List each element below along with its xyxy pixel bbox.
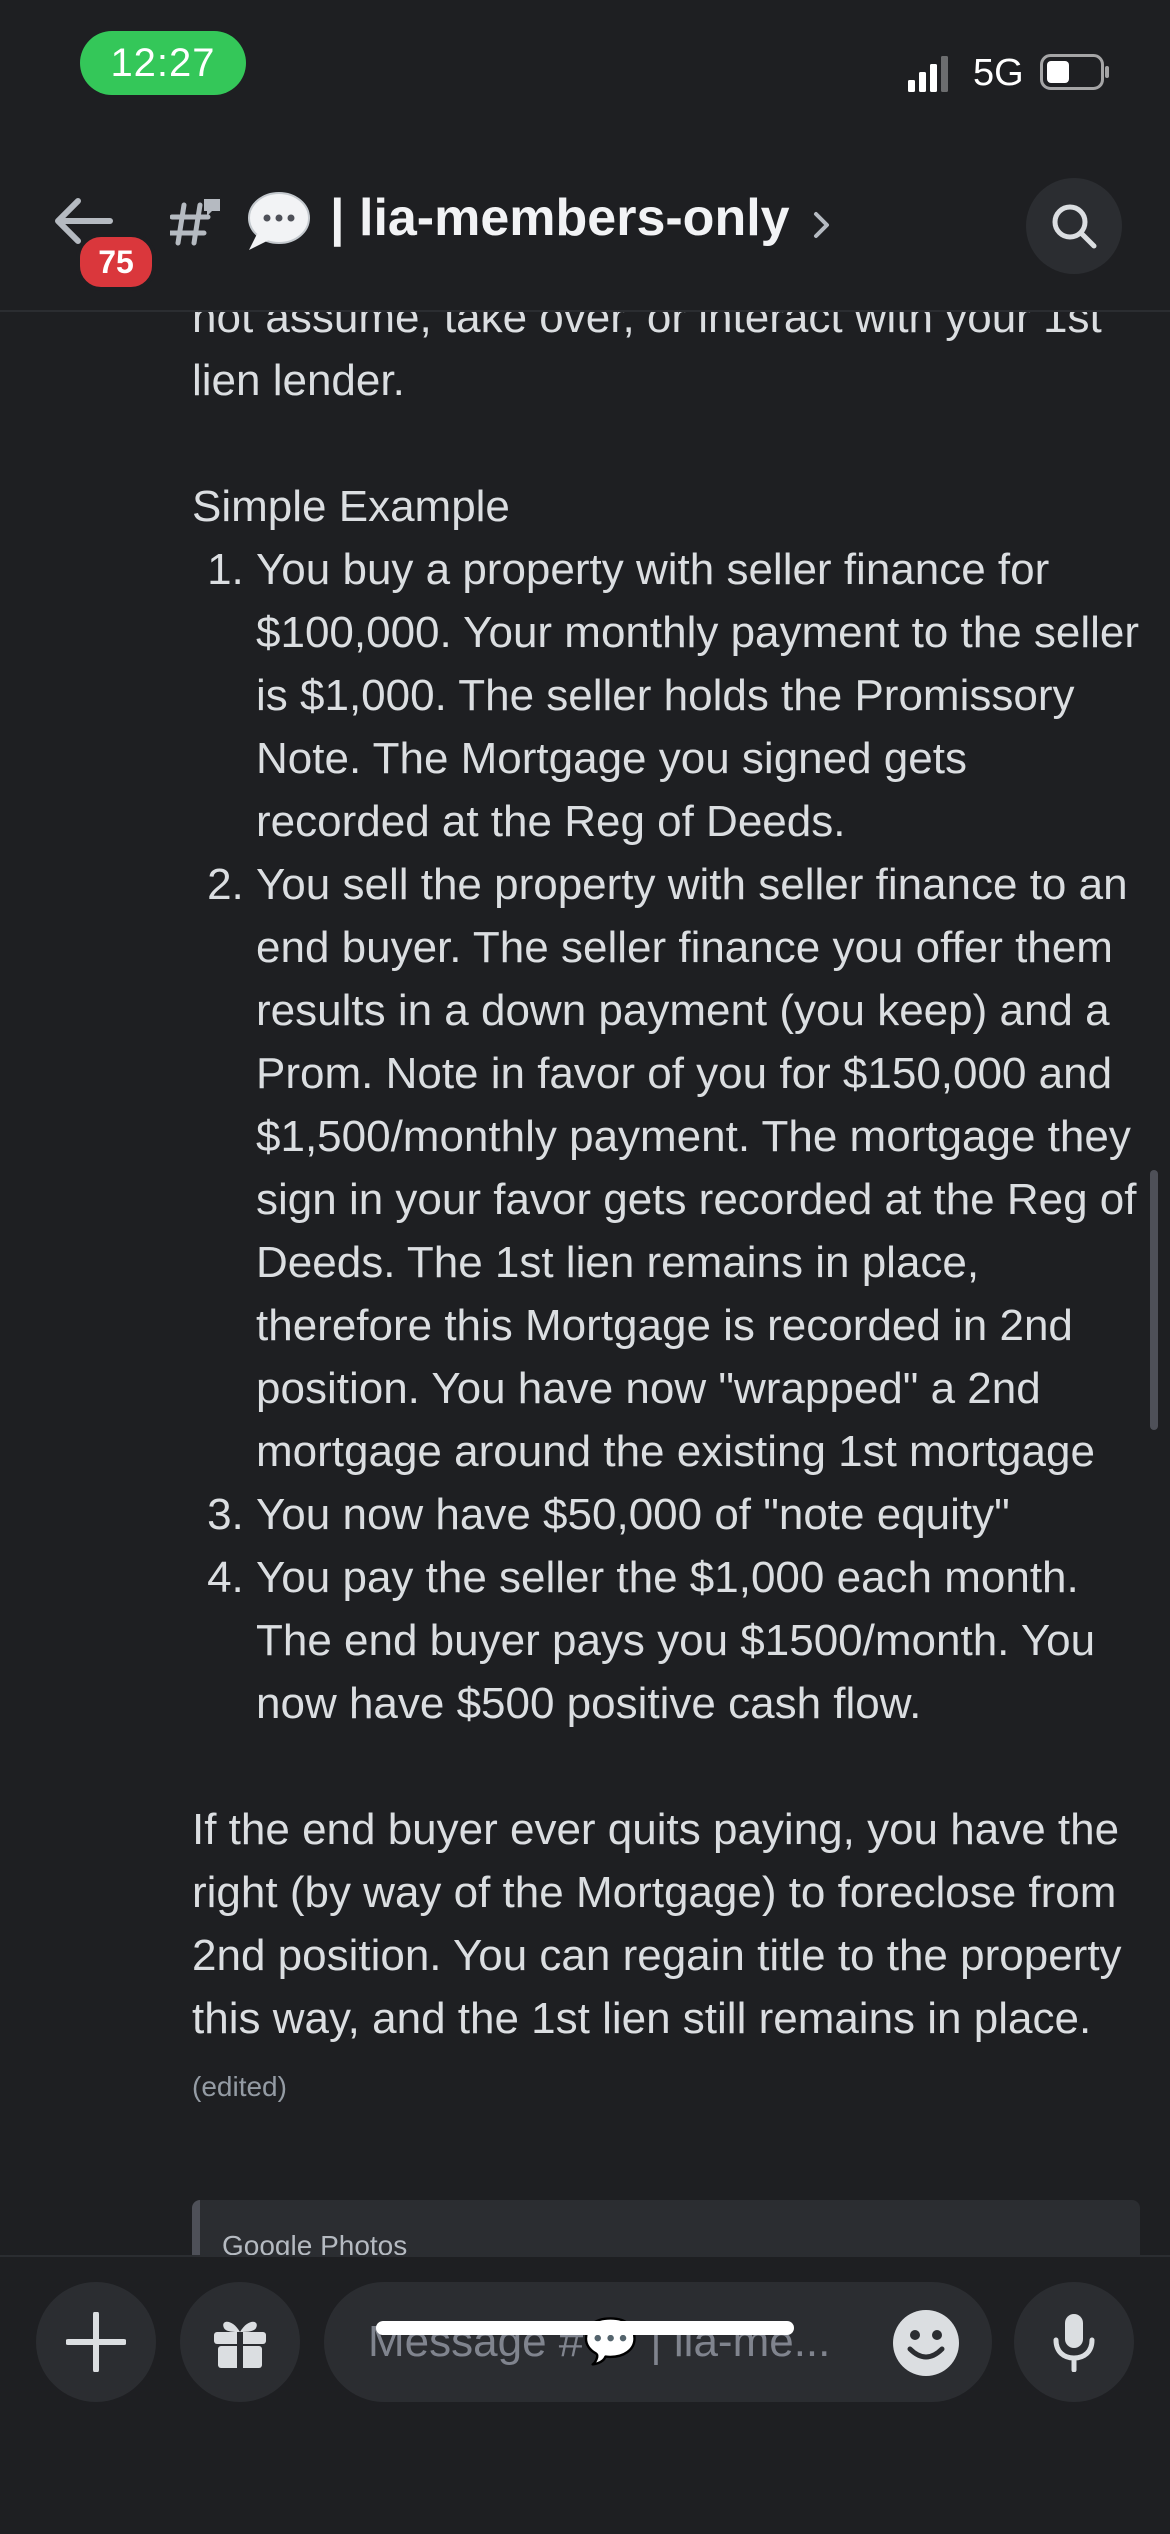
list-item: You buy a property with seller finance f… xyxy=(256,538,1152,853)
message-list[interactable]: not assume, take over, or interact with … xyxy=(0,310,1170,2255)
channel-name[interactable]: | lia-members-only xyxy=(330,188,790,248)
search-button[interactable] xyxy=(1026,178,1122,274)
home-indicator[interactable] xyxy=(376,2321,794,2335)
closing-text: If the end buyer ever quits paying, you … xyxy=(192,1805,1122,2043)
thread-icon xyxy=(170,199,220,246)
status-time: 12:27 xyxy=(80,31,246,95)
signal-strength-icon xyxy=(908,56,948,92)
chevron-right-icon xyxy=(814,212,829,238)
add-attachment-button[interactable] xyxy=(36,2282,156,2402)
speech-bubble-icon xyxy=(248,192,310,250)
example-steps: You buy a property with seller finance f… xyxy=(192,538,1152,1735)
message-closing: If the end buyer ever quits paying, you … xyxy=(192,1798,1152,2118)
status-bar: 12:27 5G xyxy=(0,0,1170,140)
scrollbar[interactable] xyxy=(1150,1170,1158,1430)
emoji-icon[interactable] xyxy=(892,2309,960,2377)
unread-badge: 75 xyxy=(76,233,156,291)
network-type: 5G xyxy=(973,52,1024,94)
microphone-icon xyxy=(1053,2314,1095,2372)
channel-header: 75 | lia-members-only xyxy=(0,140,1170,312)
composer-bar xyxy=(0,2255,1170,2534)
list-item: You now have $50,000 of "note equity" xyxy=(256,1483,1152,1546)
message-lead-in: not assume, take over, or interact with … xyxy=(192,310,1102,405)
voice-message-button[interactable] xyxy=(1014,2282,1134,2402)
plus-icon xyxy=(66,2312,126,2372)
link-embed[interactable]: Google Photos xyxy=(192,2200,1140,2255)
gift-button[interactable] xyxy=(180,2282,300,2402)
example-title: Simple Example xyxy=(192,482,510,531)
list-item: You sell the property with seller financ… xyxy=(256,853,1152,1483)
gift-icon xyxy=(214,2321,266,2368)
battery-icon xyxy=(1040,54,1109,90)
search-icon xyxy=(1052,204,1097,249)
embed-provider[interactable]: Google Photos xyxy=(222,2230,407,2255)
list-item: You pay the seller the $1,000 each month… xyxy=(256,1546,1152,1735)
edited-label: (edited) xyxy=(192,2071,287,2102)
message-body: not assume, take over, or interact with … xyxy=(192,310,1152,2118)
